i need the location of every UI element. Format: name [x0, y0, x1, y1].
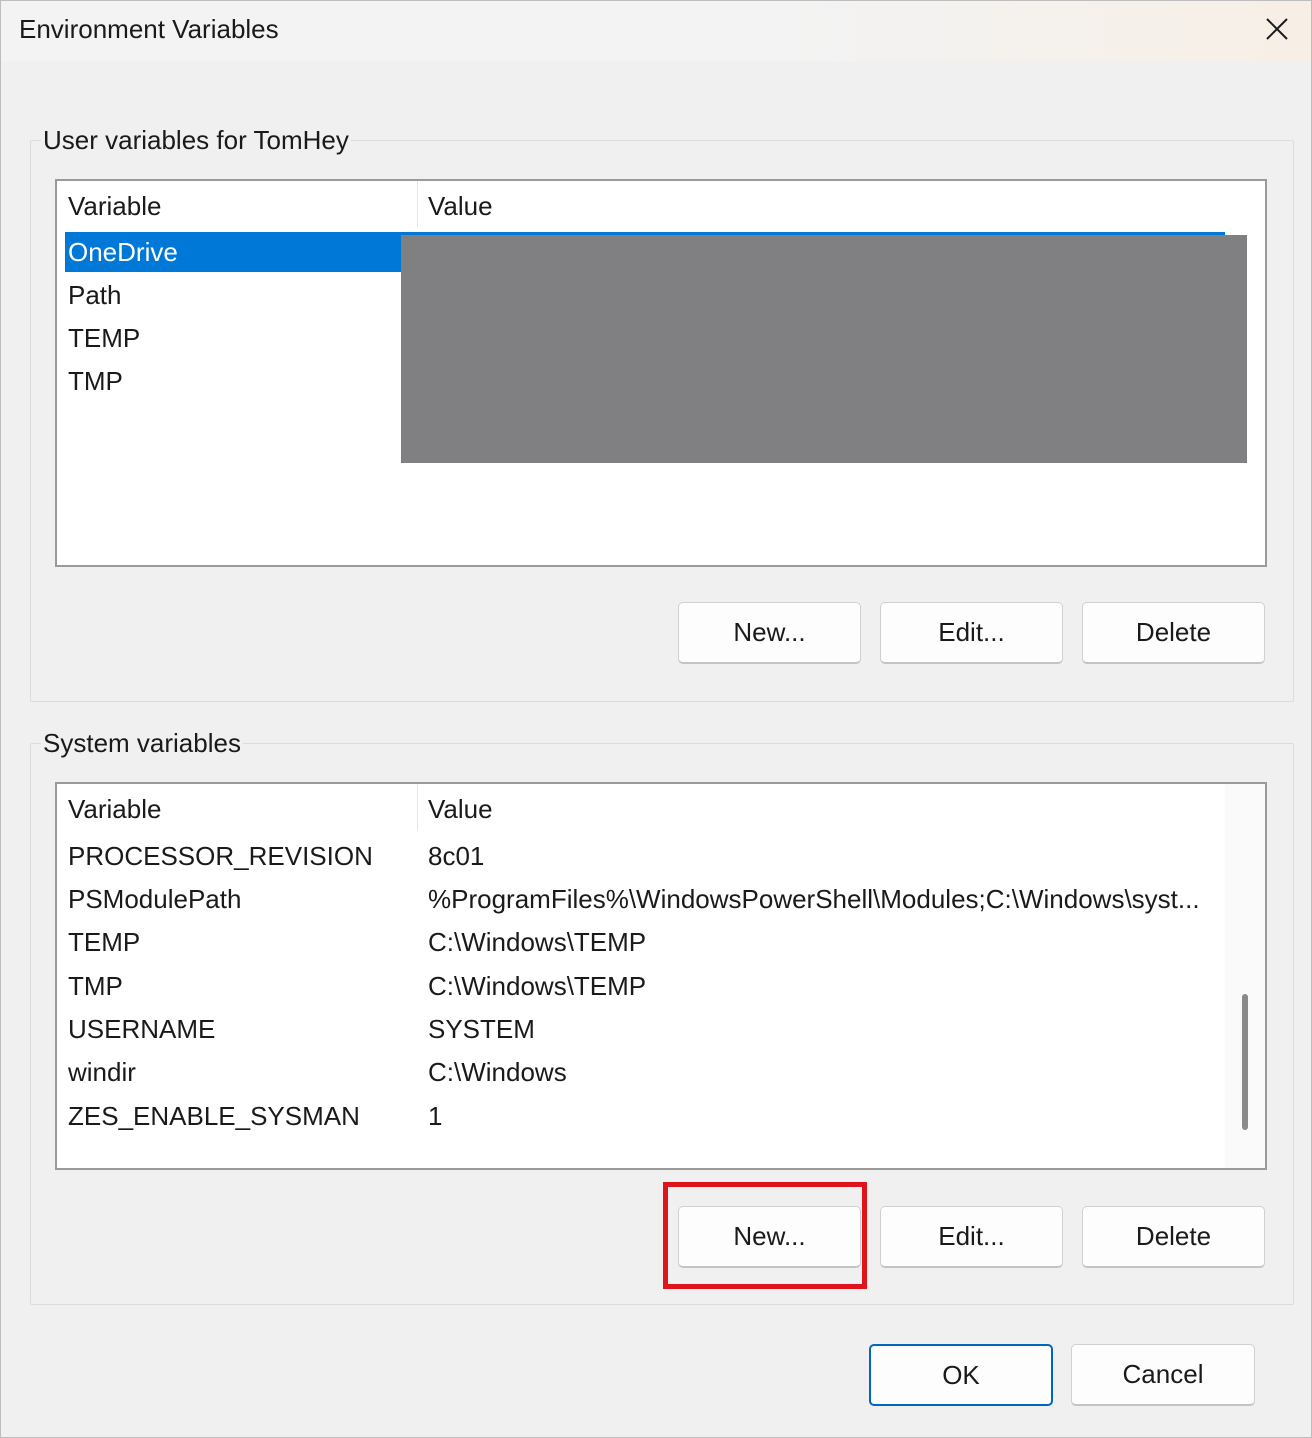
variable-value: 8c01	[428, 841, 485, 871]
vertical-scrollbar[interactable]	[1225, 784, 1265, 1168]
variable-value: SYSTEM	[428, 1014, 535, 1044]
table-row[interactable]: TEMP C:\Windows\TEMP	[57, 922, 1224, 962]
user-variables-group-label: User variables for TomHey	[41, 125, 351, 156]
system-new-button[interactable]: New...	[678, 1206, 861, 1268]
user-variables-list-header: Variable Value	[57, 181, 1224, 229]
scrollbar-thumb[interactable]	[1242, 994, 1248, 1130]
environment-variables-dialog: Environment Variables User variables for…	[0, 0, 1312, 1438]
system-variables-list-header: Variable Value	[57, 784, 1224, 832]
table-row[interactable]: ZES_ENABLE_SYSMAN 1	[57, 1096, 1224, 1136]
variable-name: PROCESSOR_REVISION	[68, 841, 373, 871]
system-variables-list[interactable]: Variable Value PROCESSOR_REVISION 8c01 P…	[55, 782, 1267, 1170]
close-button[interactable]	[1251, 5, 1303, 53]
variable-name: ZES_ENABLE_SYSMAN	[68, 1101, 360, 1131]
system-variables-group-label: System variables	[41, 728, 243, 759]
variable-name: TMP	[68, 971, 123, 1001]
table-row[interactable]: PROCESSOR_REVISION 8c01	[57, 836, 1224, 876]
column-header-variable[interactable]: Variable	[68, 794, 161, 825]
user-edit-button[interactable]: Edit...	[880, 602, 1063, 664]
user-new-button[interactable]: New...	[678, 602, 861, 664]
variable-value: 1	[428, 1101, 443, 1131]
ok-button[interactable]: OK	[869, 1344, 1053, 1406]
variable-name: OneDrive	[68, 237, 178, 267]
variable-value: C:\Windows\TEMP	[428, 971, 647, 1001]
title-bar: Environment Variables	[1, 1, 1311, 61]
user-delete-button[interactable]: Delete	[1082, 602, 1265, 664]
cancel-button[interactable]: Cancel	[1071, 1344, 1255, 1406]
system-delete-button[interactable]: Delete	[1082, 1206, 1265, 1268]
table-row[interactable]: USERNAME SYSTEM	[57, 1009, 1224, 1049]
variable-name: USERNAME	[68, 1014, 216, 1044]
column-header-value[interactable]: Value	[428, 191, 493, 222]
window-title: Environment Variables	[19, 14, 279, 44]
redacted-values-block	[401, 235, 1247, 463]
table-row[interactable]: PSModulePath %ProgramFiles%\WindowsPower…	[57, 879, 1224, 919]
column-divider[interactable]	[417, 784, 418, 830]
user-variables-list[interactable]: Variable Value OneDrive Path TEMP TMP	[55, 179, 1267, 567]
variable-name: TEMP	[68, 927, 141, 957]
column-header-variable[interactable]: Variable	[68, 191, 161, 222]
variable-name: PSModulePath	[68, 884, 242, 914]
system-edit-button[interactable]: Edit...	[880, 1206, 1063, 1268]
variable-name: TMP	[68, 366, 123, 396]
variable-name: windir	[68, 1057, 136, 1087]
variable-value: C:\Windows\TEMP	[428, 927, 647, 957]
variable-value: %ProgramFiles%\WindowsPowerShell\Modules…	[428, 884, 1200, 914]
variable-name: TEMP	[68, 323, 141, 353]
column-header-value[interactable]: Value	[428, 794, 493, 825]
table-row[interactable]: windir C:\Windows	[57, 1052, 1224, 1092]
table-row[interactable]: TMP C:\Windows\TEMP	[57, 966, 1224, 1006]
variable-value: C:\Windows	[428, 1057, 567, 1087]
column-divider[interactable]	[417, 181, 418, 227]
close-icon	[1266, 18, 1288, 40]
variable-name: Path	[68, 280, 122, 310]
